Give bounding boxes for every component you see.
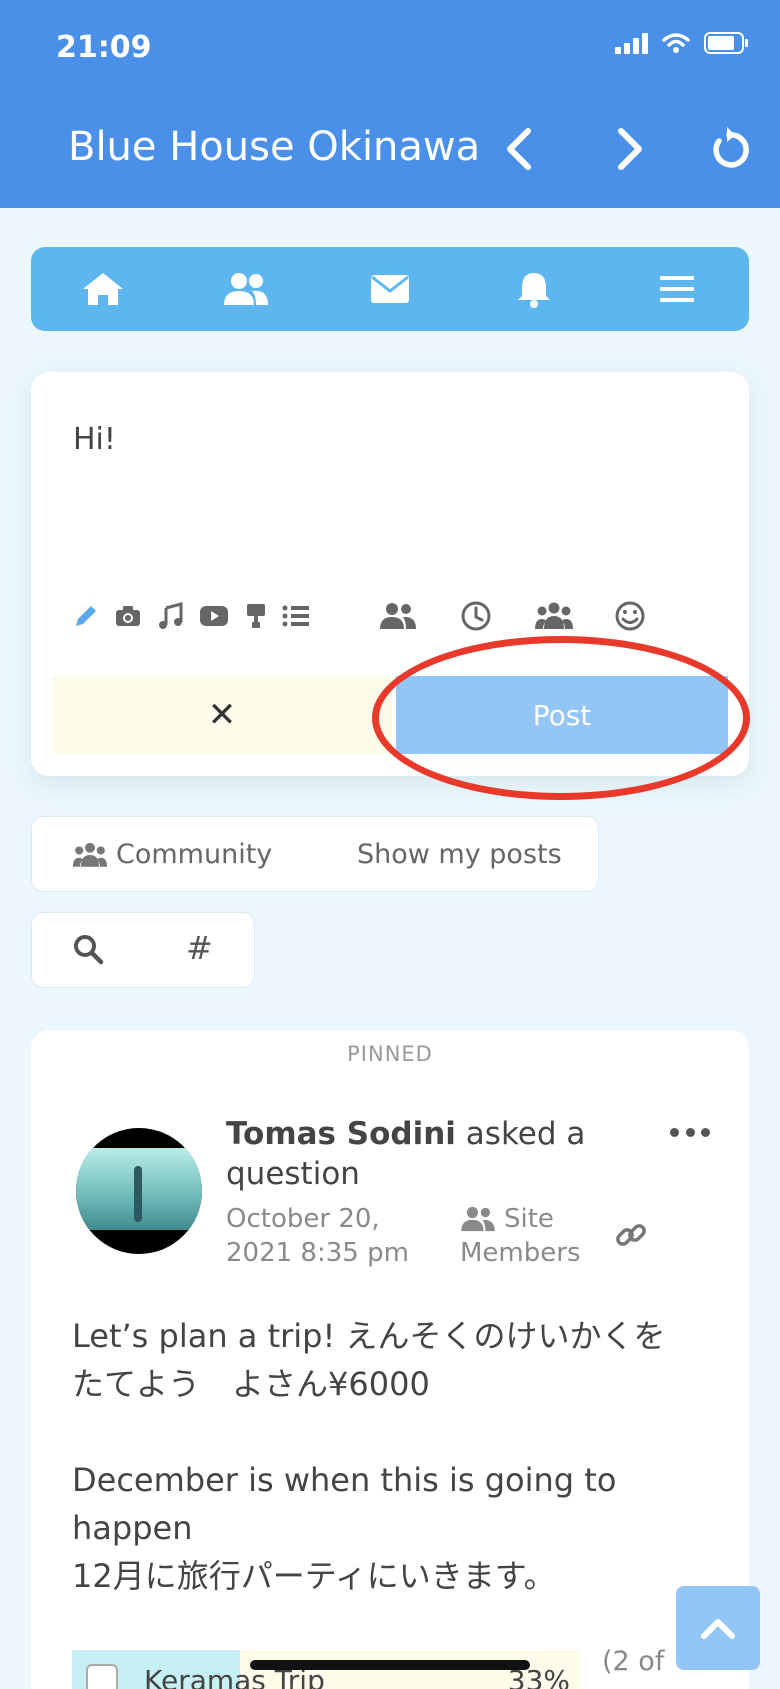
music-button[interactable]	[150, 596, 190, 636]
author-name[interactable]: Tomas Sodini	[226, 1116, 456, 1152]
search-icon	[74, 935, 104, 965]
wifi-icon	[662, 33, 690, 53]
forward-button[interactable]	[603, 120, 657, 178]
post-date[interactable]: October 20, 2021 8:35 pm	[226, 1202, 426, 1270]
emoji-button[interactable]	[610, 596, 650, 636]
show-my-posts-filter[interactable]: Show my posts	[357, 839, 562, 870]
bell-icon	[517, 273, 550, 308]
envelope-icon	[370, 275, 409, 303]
users-icon	[380, 603, 416, 629]
main-nav	[31, 247, 749, 331]
status-icons	[615, 32, 750, 54]
avatar[interactable]	[76, 1128, 202, 1254]
link-icon	[616, 1224, 646, 1246]
search-button[interactable]	[72, 933, 104, 969]
audience-button[interactable]	[378, 596, 418, 636]
pinned-label: PINNED	[347, 1042, 433, 1066]
status-time: 21:09	[56, 30, 152, 65]
nav-menu[interactable]	[637, 259, 717, 319]
app-header: 21:09 Blue House Okinawa	[0, 0, 780, 208]
list-icon	[282, 605, 309, 627]
photo-button[interactable]	[108, 596, 148, 636]
composer-textarea[interactable]: Hi!	[73, 422, 116, 457]
chevron-up-icon	[701, 1619, 735, 1639]
users-icon	[461, 1206, 495, 1232]
refresh-button[interactable]	[702, 120, 756, 178]
users-icon	[224, 273, 269, 305]
poll-checkbox[interactable]	[86, 1664, 118, 1689]
hashtag-button[interactable]: #	[186, 929, 213, 967]
feed-filter-bar: Community Show my posts	[31, 816, 599, 892]
nav-messages[interactable]	[350, 259, 430, 319]
post-author-line: Tomas Sodini asked a question	[226, 1114, 616, 1194]
home-indicator	[250, 1660, 530, 1670]
list-button[interactable]	[276, 596, 316, 636]
cancel-post-button[interactable]: ✕	[52, 676, 392, 754]
chevron-left-icon	[507, 128, 531, 170]
signal-icon	[615, 32, 648, 54]
nav-home[interactable]	[63, 259, 143, 319]
page-title: Blue House Okinawa	[68, 124, 481, 170]
video-button[interactable]	[194, 596, 234, 636]
community-filter[interactable]: Community	[72, 839, 272, 870]
nav-members[interactable]	[206, 259, 286, 319]
music-icon	[159, 602, 183, 629]
paint-button[interactable]	[236, 596, 276, 636]
youtube-icon	[200, 606, 228, 626]
smiley-icon	[615, 601, 645, 631]
search-bar: #	[31, 912, 255, 988]
back-button[interactable]	[492, 120, 546, 178]
home-icon	[82, 273, 123, 305]
paint-brush-icon	[247, 604, 265, 628]
camera-icon	[116, 606, 140, 626]
nav-notifications[interactable]	[494, 259, 574, 319]
refresh-icon	[713, 127, 749, 168]
group-icon	[72, 842, 108, 867]
community-label: Community	[116, 839, 273, 870]
hamburger-icon	[660, 276, 695, 302]
group-button[interactable]	[534, 596, 574, 636]
highlight-ring	[372, 636, 750, 800]
pencil-button[interactable]	[66, 596, 106, 636]
pencil-icon	[76, 606, 96, 626]
chevron-right-icon	[618, 128, 642, 170]
poll-vote-count: (2 of	[602, 1646, 665, 1677]
group-icon	[535, 602, 573, 629]
scroll-to-top-button[interactable]	[676, 1586, 760, 1670]
post-body: Let’s plan a trip! えんそくのけいかくを たてよう よさん¥6…	[72, 1317, 666, 1595]
more-options-button[interactable]	[670, 1122, 710, 1142]
post-audience: Site Members	[460, 1204, 581, 1268]
clock-icon	[461, 601, 491, 631]
schedule-button[interactable]	[456, 596, 496, 636]
copy-link-button[interactable]	[614, 1218, 648, 1256]
battery-icon	[704, 32, 748, 54]
